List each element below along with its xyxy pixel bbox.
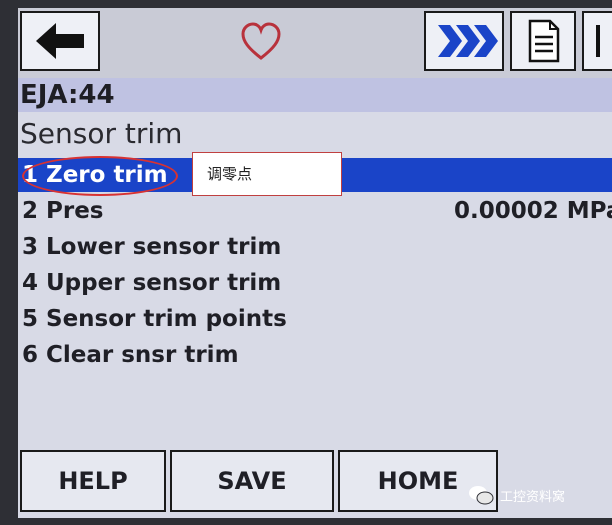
annotation-callout: 调零点 xyxy=(192,152,342,196)
handheld-screen: EJA:44 Sensor trim 1 Zero trim 2 Pres 0.… xyxy=(18,8,612,518)
toolbar xyxy=(18,8,612,80)
save-button[interactable]: SAVE xyxy=(170,450,334,512)
forward-chevrons-icon xyxy=(438,25,498,57)
back-button[interactable] xyxy=(20,11,100,71)
watermark-text: 工控资料窝 xyxy=(500,489,566,505)
menu-item-clear-snsr-trim[interactable]: 6 Clear snsr trim xyxy=(18,338,612,372)
menu-item-label: 3 Lower sensor trim xyxy=(22,234,282,260)
page-end-button[interactable] xyxy=(582,11,612,71)
forward-button[interactable] xyxy=(424,11,504,71)
wechat-icon xyxy=(469,486,494,505)
device-tag: EJA:44 xyxy=(18,78,612,112)
menu-item-pres[interactable]: 2 Pres 0.00002 MPa xyxy=(18,194,612,228)
page-end-icon xyxy=(596,25,600,57)
document-icon xyxy=(528,19,560,63)
menu-item-label: 2 Pres xyxy=(22,198,104,224)
menu-item-lower-sensor-trim[interactable]: 3 Lower sensor trim xyxy=(18,230,612,264)
favorite-button[interactable] xyxy=(240,22,282,62)
heart-icon xyxy=(241,22,281,60)
highlight-ellipse xyxy=(22,156,178,196)
back-arrow-icon xyxy=(36,23,84,59)
menu-title: Sensor trim xyxy=(20,117,183,150)
menu-item-sensor-trim-points[interactable]: 5 Sensor trim points xyxy=(18,302,612,336)
watermark: 工控资料窝 xyxy=(468,484,565,506)
menu-item-upper-sensor-trim[interactable]: 4 Upper sensor trim xyxy=(18,266,612,300)
pressure-value: 0.00002 MPa xyxy=(454,198,612,224)
menu-item-label: 6 Clear snsr trim xyxy=(22,342,239,368)
menu-item-label: 4 Upper sensor trim xyxy=(22,270,282,296)
document-button[interactable] xyxy=(510,11,576,71)
help-button[interactable]: HELP xyxy=(20,450,166,512)
menu-item-label: 5 Sensor trim points xyxy=(22,306,287,332)
